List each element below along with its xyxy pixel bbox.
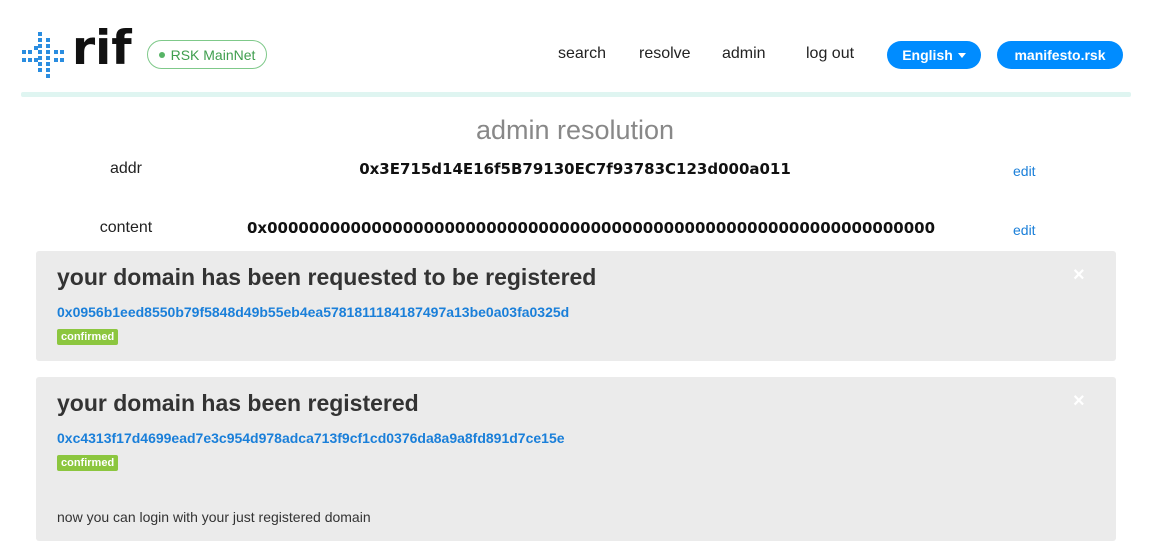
status-dot-icon xyxy=(158,51,165,58)
resolution-value: 0x00000000000000000000000000000000000000… xyxy=(246,219,936,237)
network-label: RSK MainNet xyxy=(170,46,256,63)
close-icon[interactable]: × xyxy=(1073,265,1085,285)
nav-resolve-link[interactable]: resolve xyxy=(639,45,691,63)
resolution-row-addr: addr 0x3E715d14E16f5B79130EC7f93783C123d… xyxy=(0,159,1162,189)
registration-complete-alert: your domain has been registered 0xc4313f… xyxy=(36,377,1116,541)
status-badge: confirmed xyxy=(57,329,119,345)
transaction-hash-link[interactable]: 0x0956b1eed8550b79f5848d49b55eb4ea578181… xyxy=(57,304,569,320)
domain-label: manifesto.rsk xyxy=(1014,47,1106,63)
network-badge: RSK MainNet xyxy=(147,40,267,69)
page-title: admin resolution xyxy=(475,115,675,145)
resolution-label: content xyxy=(99,219,153,236)
status-badge: confirmed xyxy=(57,455,119,471)
registration-requested-alert: your domain has been requested to be reg… xyxy=(36,251,1116,361)
language-label: English xyxy=(902,47,953,63)
resolution-row-content: content 0x000000000000000000000000000000… xyxy=(0,218,1162,248)
transaction-hash-link[interactable]: 0xc4313f17d4699ead7e3c954d978adca713f9cf… xyxy=(57,430,565,446)
nav-logout-link[interactable]: log out xyxy=(806,45,854,63)
logo-text: rif xyxy=(72,21,132,76)
domain-button[interactable]: manifesto.rsk xyxy=(997,41,1123,69)
edit-content-link[interactable]: edit xyxy=(1013,222,1036,238)
edit-addr-link[interactable]: edit xyxy=(1013,163,1036,179)
resolution-value: 0x3E715d14E16f5B79130EC7f93783C123d000a0… xyxy=(359,160,791,178)
rif-logo-icon xyxy=(22,32,64,78)
close-icon[interactable]: × xyxy=(1073,391,1085,411)
alert-note: now you can login with your just registe… xyxy=(57,509,371,525)
nav-search-link[interactable]: search xyxy=(558,45,606,63)
caret-down-icon xyxy=(957,53,966,58)
alert-title: your domain has been requested to be reg… xyxy=(57,264,597,290)
nav-admin-link[interactable]: admin xyxy=(722,45,766,63)
header: rif RSK MainNet search resolve admin log… xyxy=(0,0,1162,97)
language-dropdown-button[interactable]: English xyxy=(887,41,981,69)
rif-logo[interactable]: rif xyxy=(20,23,132,80)
resolution-label: addr xyxy=(109,160,143,177)
alert-title: your domain has been registered xyxy=(57,390,419,416)
header-divider xyxy=(21,92,1131,97)
